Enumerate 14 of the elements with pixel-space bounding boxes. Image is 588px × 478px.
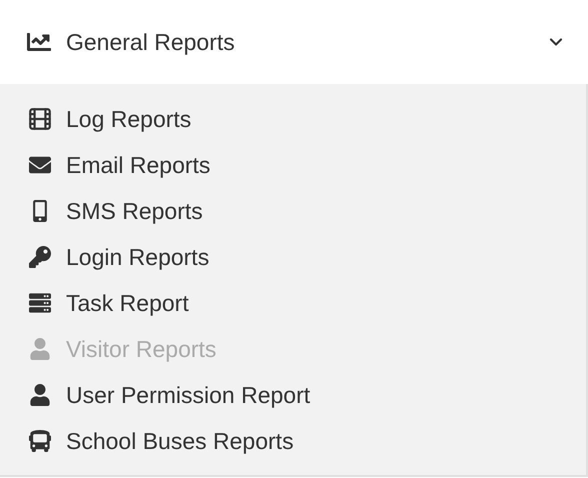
key-icon	[27, 246, 53, 268]
bus-icon	[27, 430, 53, 452]
menu-item[interactable]: SMS Reports	[0, 188, 586, 234]
menu-item[interactable]: User Permission Report	[0, 372, 586, 418]
menu-item[interactable]: Email Reports	[0, 142, 586, 188]
phone-icon	[33, 200, 47, 222]
menu-item[interactable]: Login Reports	[0, 234, 586, 280]
line-chart-icon	[24, 30, 54, 54]
menu-item[interactable]: School Buses Reports	[0, 418, 586, 464]
menu-item[interactable]: Task Report	[0, 280, 586, 326]
envelope-icon	[27, 154, 53, 176]
menu-item[interactable]: Log Reports	[0, 96, 586, 142]
section-title: General Reports	[66, 28, 235, 57]
stacked-bars-icon	[27, 292, 53, 314]
